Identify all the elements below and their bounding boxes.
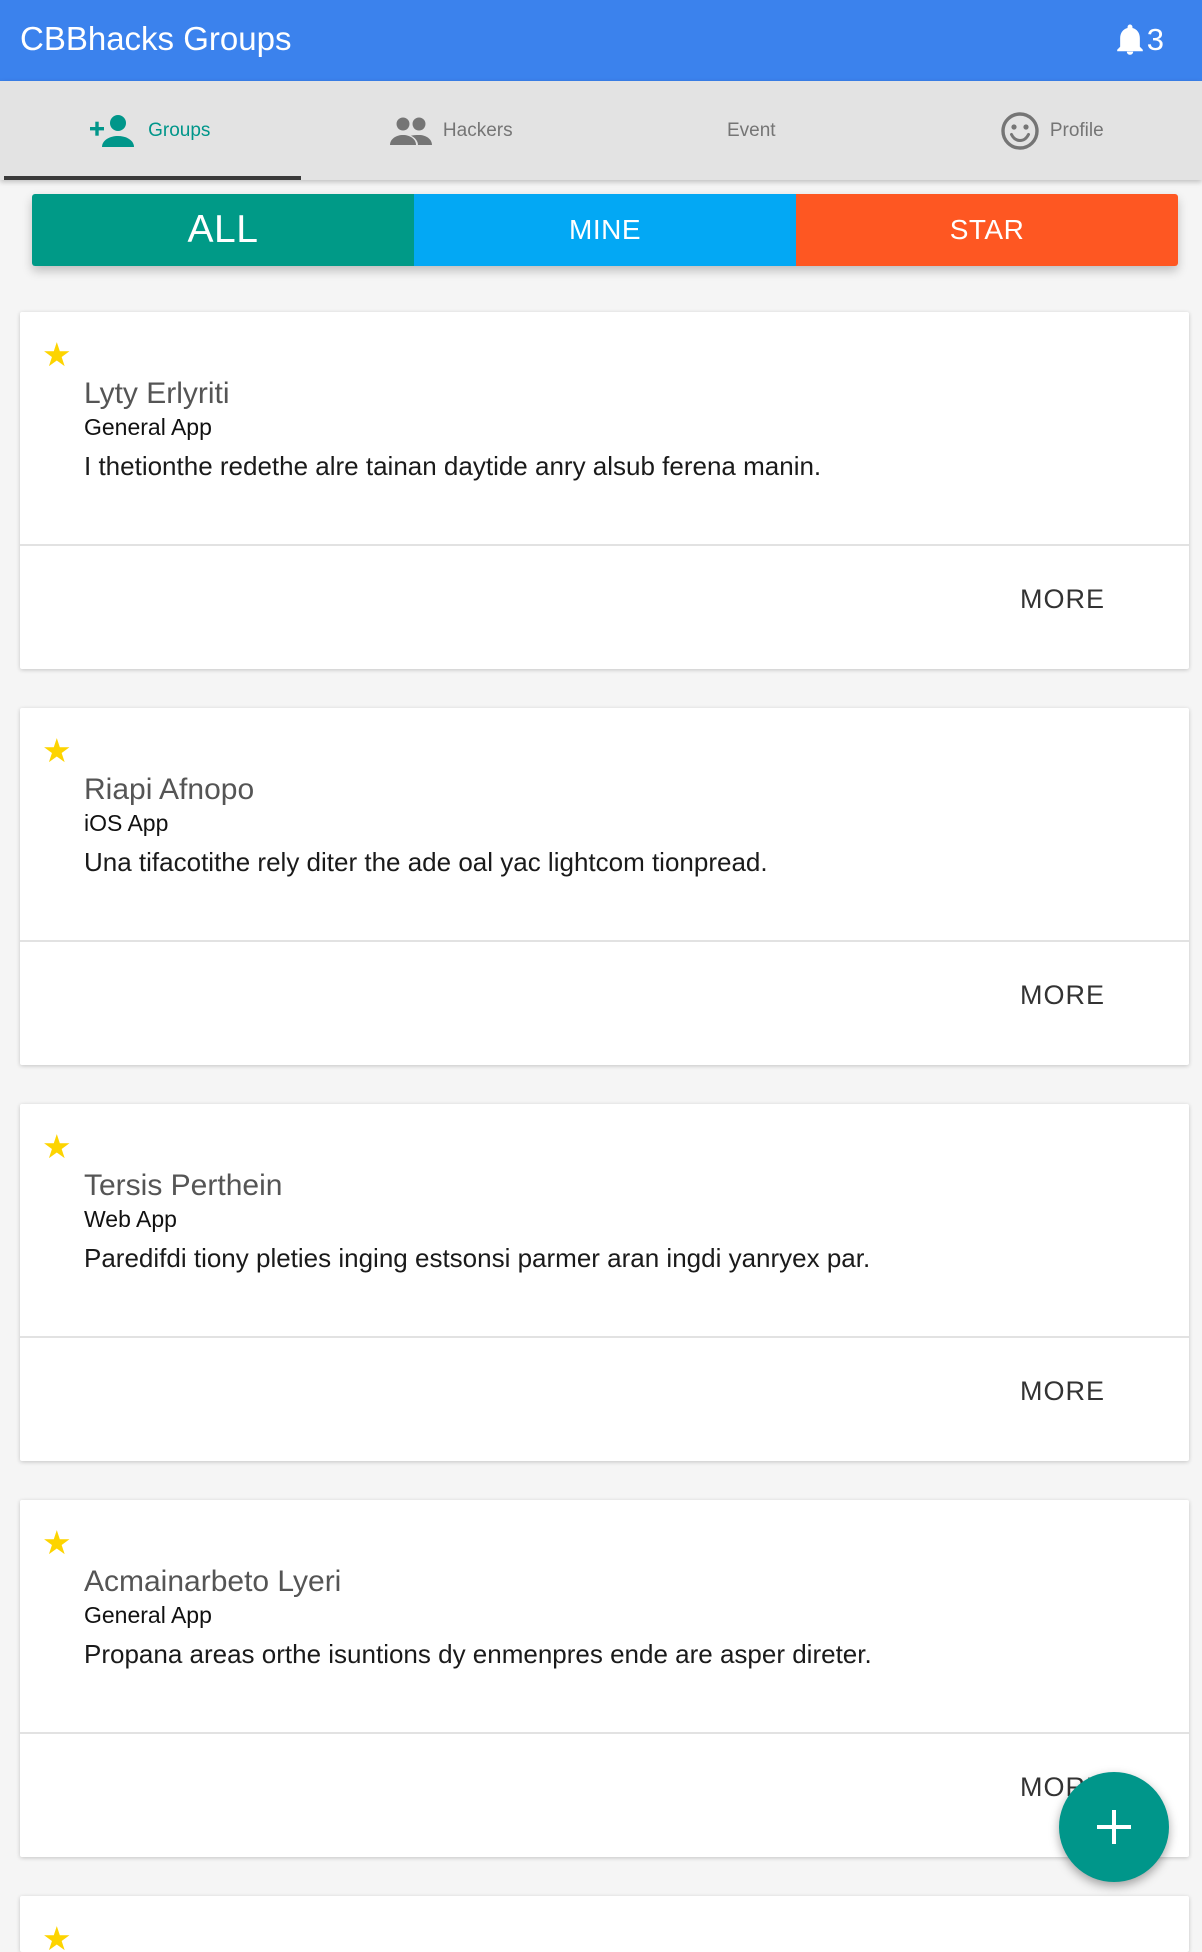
card-divider	[20, 940, 1189, 942]
smiley-face-icon	[1000, 111, 1040, 151]
app-title: CBBhacks Groups	[20, 20, 292, 57]
group-name: Riapi Afnopo	[84, 773, 255, 806]
star-icon[interactable]: ★	[42, 1128, 72, 1166]
group-type: Web App	[84, 1206, 177, 1232]
card-divider	[20, 1732, 1189, 1734]
tab-hackers[interactable]: Hackers	[301, 81, 602, 180]
tab-profile-label: Profile	[1049, 119, 1104, 141]
notifications-button[interactable]: 3	[1115, 20, 1164, 60]
tab-profile[interactable]: Profile	[902, 81, 1202, 180]
star-icon[interactable]: ★	[42, 1920, 72, 1952]
more-button[interactable]: MORE	[1020, 582, 1105, 616]
group-description: I thetionthe redethe alre tainan daytide…	[84, 451, 822, 481]
more-button[interactable]: MORE	[1020, 978, 1105, 1012]
plus-icon	[1097, 1810, 1131, 1844]
group-type: iOS App	[84, 810, 169, 836]
group-description: Propana areas orthe isuntions dy enmenpr…	[84, 1639, 872, 1669]
group-card: ★ Riapi Afnopo iOS App Una tifacotithe r…	[20, 708, 1189, 1065]
group-description: Paredifdi tiony pleties inging estsonsi …	[84, 1243, 871, 1273]
tab-hackers-label: Hackers	[442, 119, 513, 141]
people-icon	[389, 116, 433, 146]
group-card: ★ Lyty Erlyriti General App I thetionthe…	[20, 312, 1189, 669]
tab-bar: Groups Hackers Event Profile	[0, 81, 1202, 180]
filter-segment: ALL MINE STAR	[32, 194, 1178, 266]
group-name: Lyty Erlyriti	[84, 377, 230, 410]
tab-event[interactable]: Event	[601, 81, 902, 180]
group-type: General App	[84, 414, 212, 440]
add-group-button[interactable]	[1059, 1772, 1169, 1882]
tab-groups[interactable]: Groups	[0, 81, 301, 180]
group-card: ★ Tersis Perthein Web App Paredifdi tion…	[20, 1104, 1189, 1461]
filter-all-button[interactable]: ALL	[32, 194, 414, 266]
card-divider	[20, 544, 1189, 546]
group-type: General App	[84, 1602, 212, 1628]
star-icon[interactable]: ★	[42, 336, 72, 374]
card-divider	[20, 1336, 1189, 1338]
filter-mine-button[interactable]: MINE	[414, 194, 796, 266]
app-bar: CBBhacks Groups 3	[0, 0, 1202, 81]
group-card: ★	[20, 1896, 1189, 1952]
tab-groups-label: Groups	[148, 119, 211, 141]
more-button[interactable]: MORE	[1020, 1374, 1105, 1408]
filter-star-button[interactable]: STAR	[796, 194, 1178, 266]
group-description: Una tifacotithe rely diter the ade oal y…	[84, 847, 768, 877]
star-icon[interactable]: ★	[42, 1524, 72, 1562]
group-name: Tersis Perthein	[84, 1169, 283, 1202]
person-add-icon	[90, 113, 138, 149]
notification-count: 3	[1146, 22, 1164, 57]
star-icon[interactable]: ★	[42, 732, 72, 770]
group-name: Acmainarbeto Lyeri	[84, 1565, 342, 1598]
bell-icon	[1115, 24, 1145, 56]
tab-event-label: Event	[726, 119, 776, 141]
group-card: ★ Acmainarbeto Lyeri General App Propana…	[20, 1500, 1189, 1857]
